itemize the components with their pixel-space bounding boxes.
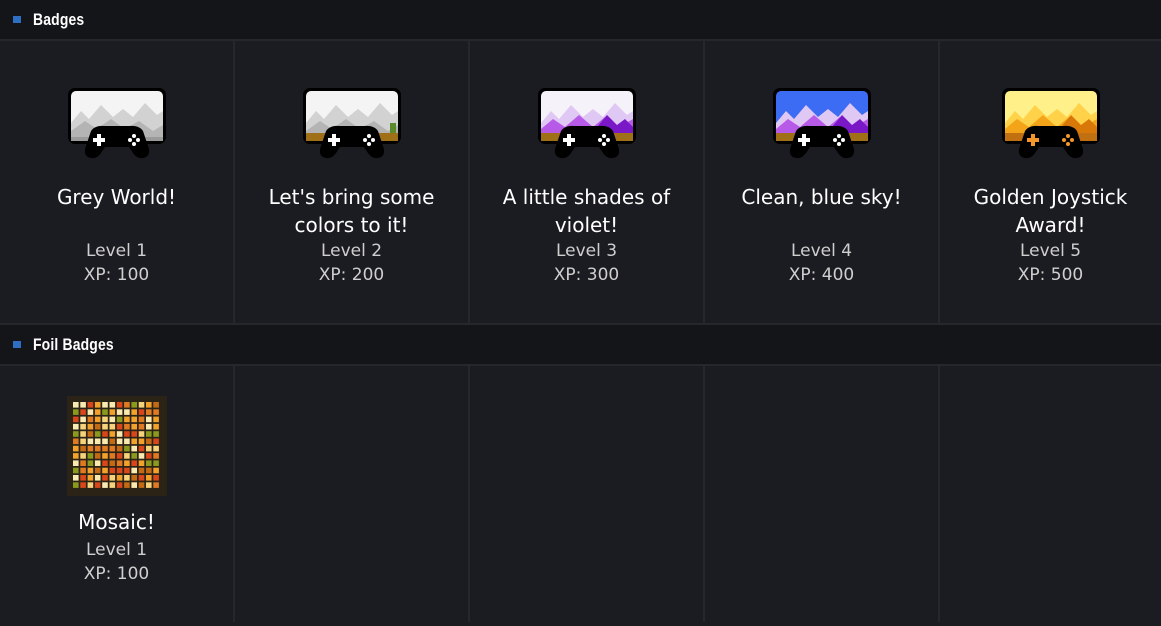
badge-xp: XP: 100 xyxy=(83,265,150,285)
empty-badge-slot xyxy=(940,366,1161,622)
badge-xp: XP: 400 xyxy=(788,265,855,285)
colors-controller-badge-icon xyxy=(302,88,401,159)
badges-row: Grey World! Level 1 XP: 100 Let's bring … xyxy=(0,41,1161,325)
badge-name: Mosaic! xyxy=(78,510,155,534)
golden-controller-badge-icon xyxy=(1001,88,1100,159)
empty-badge-slot xyxy=(235,366,470,622)
badge-level: Level 1 xyxy=(85,241,148,261)
badge-level: Level 5 xyxy=(1019,241,1082,261)
section-title: Badges xyxy=(33,9,85,29)
badge-level: Level 2 xyxy=(320,241,383,261)
badge-card[interactable]: Clean, blue sky! Level 4 XP: 400 xyxy=(705,41,940,323)
foil-badges-row: Mosaic! Level 1 XP: 100 xyxy=(0,366,1161,622)
mosaic-badge-icon xyxy=(66,396,167,496)
empty-badge-slot xyxy=(705,366,940,622)
section-title: Foil Badges xyxy=(33,334,114,354)
badge-card[interactable]: A little shades of violet! Level 3 XP: 3… xyxy=(470,41,705,323)
badge-level: Level 1 xyxy=(85,540,148,560)
badge-xp: XP: 100 xyxy=(83,564,150,584)
grey-controller-badge-icon xyxy=(67,88,166,159)
blue-sky-controller-badge-icon xyxy=(772,88,871,159)
badge-xp: XP: 300 xyxy=(553,265,620,285)
badge-xp: XP: 200 xyxy=(318,265,385,285)
badge-card[interactable]: Let's bring some colors to it! Level 2 X… xyxy=(235,41,470,323)
badge-card[interactable]: Grey World! Level 1 XP: 100 xyxy=(0,41,235,323)
badge-level: Level 4 xyxy=(790,241,853,261)
badge-card[interactable]: Mosaic! Level 1 XP: 100 xyxy=(0,366,235,622)
badge-name: Grey World! xyxy=(56,185,177,209)
badge-name: Golden Joystick Award! xyxy=(973,185,1128,237)
badge-name: A little shades of violet! xyxy=(502,185,671,237)
badge-name: Clean, blue sky! xyxy=(741,185,902,209)
section-bullet-icon xyxy=(13,16,21,23)
badges-section-header: Badges xyxy=(0,0,1161,41)
badge-level: Level 3 xyxy=(555,241,618,261)
foil-badges-section-header: Foil Badges xyxy=(0,325,1161,366)
badge-card[interactable]: Golden Joystick Award! Level 5 XP: 500 xyxy=(940,41,1161,323)
section-bullet-icon xyxy=(13,341,21,348)
badge-name: Let's bring some colors to it! xyxy=(268,185,435,237)
violet-controller-badge-icon xyxy=(537,88,636,159)
empty-badge-slot xyxy=(470,366,705,622)
badge-xp: XP: 500 xyxy=(1017,265,1084,285)
